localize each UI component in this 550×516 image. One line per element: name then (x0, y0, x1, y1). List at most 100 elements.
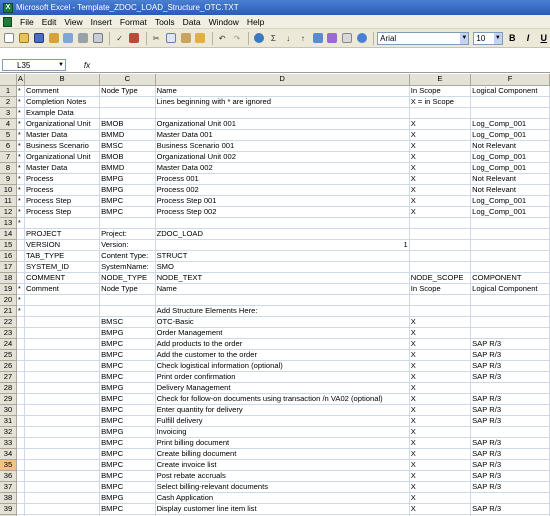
cell-f[interactable]: Log_Comp_001 (470, 129, 550, 141)
cell-c[interactable]: BMOB (99, 118, 156, 130)
row-header[interactable]: 8 (0, 162, 17, 174)
cell-e[interactable]: X (409, 448, 472, 460)
autosum-icon[interactable]: Σ (267, 32, 280, 45)
cell-a[interactable]: * (16, 107, 25, 119)
cell-c[interactable]: Node Type (99, 283, 156, 295)
row-header[interactable]: 23 (0, 327, 17, 339)
menu-file[interactable]: File (16, 17, 38, 27)
cell-a[interactable]: * (16, 173, 25, 185)
row-header[interactable]: 25 (0, 349, 17, 361)
cell-a[interactable] (16, 492, 25, 504)
row-header[interactable]: 33 (0, 437, 17, 449)
cell-f[interactable]: Log_Comp_001 (470, 118, 550, 130)
cell-b[interactable] (24, 338, 101, 350)
menu-edit[interactable]: Edit (38, 17, 61, 27)
cell-e[interactable]: X (409, 118, 472, 130)
cell-e[interactable]: In Scope (409, 283, 472, 295)
cell-b[interactable] (24, 459, 101, 471)
cell-f[interactable] (470, 382, 550, 394)
cell-b[interactable]: SYSTEM_ID (24, 261, 101, 273)
cell-d[interactable]: Order Management (155, 327, 410, 339)
cell-d[interactable]: Invoicing (155, 426, 410, 438)
cell-c[interactable]: BMPC (99, 206, 156, 218)
cell-a[interactable]: * (16, 151, 25, 163)
row-header[interactable]: 18 (0, 272, 17, 284)
chevron-down-icon[interactable]: ▼ (57, 60, 65, 71)
cell-b[interactable]: Business Scenario (24, 140, 101, 152)
cell-f[interactable]: Not Relevant (470, 140, 550, 152)
cell-e[interactable] (409, 305, 472, 317)
cell-a[interactable] (16, 448, 25, 460)
cell-a[interactable] (16, 239, 25, 251)
cell-a[interactable] (16, 250, 25, 262)
cell-d[interactable]: OTC-Basic (155, 316, 410, 328)
cell-c[interactable]: BMSC (99, 140, 156, 152)
row-header[interactable]: 38 (0, 492, 17, 504)
cell-c[interactable]: BMPG (99, 382, 156, 394)
cell-c[interactable]: BMPG (99, 426, 156, 438)
cell-c[interactable] (99, 217, 156, 229)
cell-c[interactable]: BMPC (99, 360, 156, 372)
cell-c[interactable]: BMPC (99, 470, 156, 482)
cell-e[interactable]: X (409, 173, 472, 185)
row-header[interactable]: 29 (0, 393, 17, 405)
cell-c[interactable]: SystemName: (99, 261, 156, 273)
row-header[interactable]: 10 (0, 184, 17, 196)
cell-f[interactable]: SAP R/3 (470, 360, 550, 372)
cell-a[interactable]: * (16, 129, 25, 141)
cell-a[interactable]: * (16, 283, 25, 295)
menu-help[interactable]: Help (243, 17, 268, 27)
cell-f[interactable] (470, 228, 550, 240)
cell-b[interactable] (24, 360, 101, 372)
cell-c[interactable]: BMPG (99, 492, 156, 504)
cell-d[interactable]: Display customer line item list (155, 503, 410, 515)
format-painter-icon[interactable] (194, 32, 207, 45)
cut-icon[interactable]: ✂ (150, 32, 163, 45)
cell-a[interactable]: * (16, 294, 25, 306)
cell-e[interactable]: In Scope (409, 85, 472, 97)
menu-format[interactable]: Format (116, 17, 151, 27)
cell-d[interactable]: Fulfill delivery (155, 415, 410, 427)
spelling-icon[interactable]: ✓ (113, 32, 126, 45)
cell-e[interactable]: X (409, 162, 472, 174)
cell-d[interactable]: Check for follow-on documents using tran… (155, 393, 410, 405)
row-header[interactable]: 32 (0, 426, 17, 438)
cell-c[interactable]: BMMD (99, 162, 156, 174)
row-header[interactable]: 14 (0, 228, 17, 240)
cell-b[interactable] (24, 426, 101, 438)
cell-f[interactable]: COMPONENT (470, 272, 550, 284)
cell-f[interactable] (470, 217, 550, 229)
cell-b[interactable] (24, 393, 101, 405)
select-all-corner[interactable] (0, 74, 17, 86)
cell-a[interactable]: * (16, 118, 25, 130)
cell-c[interactable]: Content Type: (99, 250, 156, 262)
cell-e[interactable]: X (409, 481, 472, 493)
cell-f[interactable] (470, 250, 550, 262)
cell-d[interactable]: Create billing document (155, 448, 410, 460)
cell-d[interactable]: Cash Application (155, 492, 410, 504)
row-header[interactable]: 12 (0, 206, 17, 218)
cell-e[interactable]: X (409, 360, 472, 372)
print-icon[interactable] (77, 32, 90, 45)
cell-c[interactable]: BMSC (99, 316, 156, 328)
cell-d[interactable]: Lines beginning with * are ignored (155, 96, 410, 108)
cell-c[interactable]: Node Type (99, 85, 156, 97)
cell-a[interactable] (16, 382, 25, 394)
cell-d[interactable]: Create invoice list (155, 459, 410, 471)
cell-c[interactable]: BMPC (99, 195, 156, 207)
undo-icon[interactable]: ↶ (216, 32, 229, 45)
row-header[interactable]: 31 (0, 415, 17, 427)
row-header[interactable]: 16 (0, 250, 17, 262)
column-header-c[interactable]: C (99, 74, 156, 86)
cell-b[interactable]: Process (24, 184, 101, 196)
cell-b[interactable]: Organizational Unit (24, 118, 101, 130)
row-header[interactable]: 17 (0, 261, 17, 273)
cell-a[interactable] (16, 338, 25, 350)
cell-f[interactable]: SAP R/3 (470, 404, 550, 416)
cell-e[interactable]: X (409, 206, 472, 218)
sort-ascending-icon[interactable]: ↓ (282, 32, 295, 45)
cell-b[interactable] (24, 327, 101, 339)
cell-d[interactable]: Enter quantity for delivery (155, 404, 410, 416)
column-header-a[interactable]: A (16, 74, 25, 86)
cell-e[interactable]: X (409, 382, 472, 394)
